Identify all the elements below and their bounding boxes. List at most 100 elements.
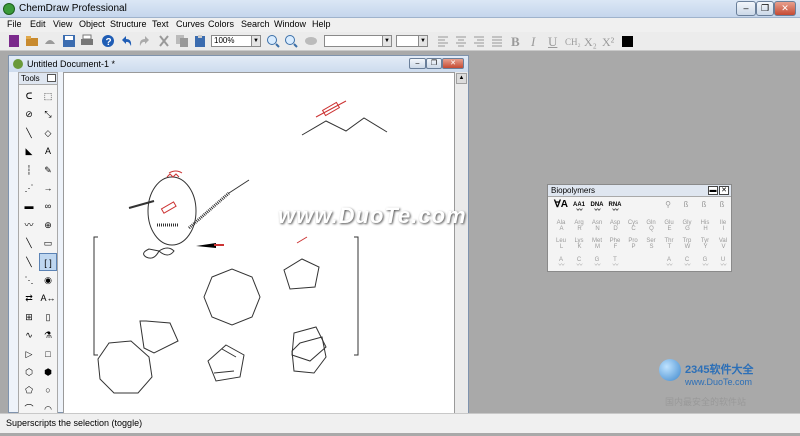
- bracket-selected-icon[interactable]: [ ]: [39, 252, 57, 271]
- align-left-icon[interactable]: [436, 34, 450, 48]
- minimize-button[interactable]: –: [736, 1, 756, 16]
- amino-acid-lys[interactable]: Lys K: [570, 238, 588, 250]
- restore-button[interactable]: ❐: [756, 1, 774, 16]
- structure-perspective-icon[interactable]: ⊘: [20, 105, 38, 123]
- palette-minimize-icon[interactable]: ▬: [708, 186, 718, 195]
- pentagon-icon[interactable]: ⬠: [20, 381, 38, 399]
- nucleotide-template-icon[interactable]: ß: [713, 201, 731, 209]
- hashed-bond-icon[interactable]: ⋰: [20, 179, 38, 197]
- chevron-down-icon[interactable]: ▼: [382, 36, 391, 46]
- cyclooctane[interactable]: [203, 268, 261, 326]
- pentagon-stack-1[interactable]: [291, 326, 327, 362]
- amino-acid-ser[interactable]: Ser S: [642, 238, 660, 250]
- align-right-icon[interactable]: [472, 34, 486, 48]
- solid-bond-icon[interactable]: ╲: [20, 124, 38, 142]
- cyclohexane-chair[interactable]: [139, 320, 179, 354]
- lasso-icon[interactable]: ᑕ: [20, 87, 38, 105]
- close-button[interactable]: ✕: [774, 1, 796, 16]
- nucleotide-template-icon[interactable]: ⚲: [659, 201, 677, 209]
- open-folder-icon[interactable]: [25, 34, 39, 48]
- menu-file[interactable]: File: [7, 19, 22, 29]
- amino-acid-thr[interactable]: Thr T: [660, 238, 678, 250]
- amino-acid-leu[interactable]: Leu L: [552, 238, 570, 250]
- pentagon-stack-2[interactable]: [291, 336, 327, 374]
- amino-acid-gln[interactable]: Gln Q: [642, 220, 660, 232]
- amino-acid-tyr[interactable]: Tyr Y: [696, 238, 714, 250]
- rna-base-u[interactable]: U 〰: [714, 257, 732, 269]
- amino-acid-val[interactable]: Val V: [714, 238, 732, 250]
- curve-icon[interactable]: ∿: [20, 326, 38, 344]
- peptide-icon[interactable]: ⱯA: [552, 200, 570, 210]
- rna-base-g[interactable]: G 〰: [696, 257, 714, 269]
- dna-base-t[interactable]: T 〰: [606, 257, 624, 269]
- bracket-icon[interactable]: ╲: [20, 253, 38, 271]
- p-orbital[interactable]: [143, 247, 175, 259]
- color-swatch[interactable]: [622, 36, 633, 47]
- wedge-bond[interactable]: [196, 243, 216, 248]
- bold-button[interactable]: B: [511, 34, 520, 50]
- reaction-icon[interactable]: ⇄: [20, 289, 38, 307]
- menu-curves[interactable]: Curves: [176, 19, 205, 29]
- vertical-scrollbar[interactable]: ▲: [455, 72, 468, 414]
- justify-icon[interactable]: [490, 34, 504, 48]
- bond-line[interactable]: [228, 179, 250, 194]
- nucleotide-template-icon[interactable]: ß: [677, 201, 695, 209]
- chemical-symbol-icon[interactable]: ⊕: [39, 216, 57, 234]
- wedge-bond-icon[interactable]: ◣: [20, 142, 38, 160]
- table-icon[interactable]: ⊞: [20, 308, 38, 326]
- bond-chain-icon[interactable]: ⤡: [39, 105, 57, 123]
- cyclohexane-icon[interactable]: ⬡: [20, 363, 38, 381]
- arrow-icon[interactable]: →: [39, 179, 57, 197]
- menu-edit[interactable]: Edit: [30, 19, 46, 29]
- orbital-lobe[interactable]: [147, 176, 197, 246]
- amino-acid-pro[interactable]: Pro P: [624, 238, 642, 250]
- palette-menu-icon[interactable]: [47, 74, 56, 82]
- amino-acid-gly[interactable]: Gly G: [678, 220, 696, 232]
- copy-icon[interactable]: [175, 34, 189, 48]
- tlc-plate-icon[interactable]: ▯: [39, 308, 57, 326]
- menu-window[interactable]: Window: [274, 19, 306, 29]
- amino-acid-phe[interactable]: Phe F: [606, 238, 624, 250]
- amino-acid-trp[interactable]: Trp W: [678, 238, 696, 250]
- stereo-icon[interactable]: ◉: [39, 271, 57, 289]
- redo-icon[interactable]: [138, 34, 152, 48]
- cyclopentane[interactable]: [283, 258, 320, 290]
- menu-object[interactable]: Object: [79, 19, 105, 29]
- templates-icon[interactable]: [43, 34, 57, 48]
- text-icon[interactable]: A: [39, 142, 57, 160]
- menu-help[interactable]: Help: [312, 19, 331, 29]
- chevron-down-icon[interactable]: ▼: [251, 36, 260, 46]
- atom-map-icon[interactable]: A↔: [39, 289, 57, 307]
- amino-acid-met[interactable]: Met M: [588, 238, 606, 250]
- cycloheptane[interactable]: [97, 340, 153, 394]
- bio-dna-button[interactable]: DNA 〰: [588, 202, 606, 214]
- menu-structure[interactable]: Structure: [110, 19, 147, 29]
- align-center-icon[interactable]: [454, 34, 468, 48]
- cut-icon[interactable]: [157, 34, 171, 48]
- new-document-icon[interactable]: [7, 34, 21, 48]
- amino-acid-his[interactable]: His H: [696, 220, 714, 232]
- acid-base-icon[interactable]: ⚗: [39, 326, 57, 344]
- italic-button[interactable]: I: [531, 34, 535, 50]
- rectangle-icon[interactable]: ▭: [39, 234, 57, 252]
- amino-acid-arg[interactable]: Arg R: [570, 220, 588, 232]
- palette-close-icon[interactable]: ✕: [719, 186, 729, 195]
- rotation-handle-top[interactable]: [315, 100, 347, 118]
- square-icon[interactable]: □: [39, 345, 57, 363]
- nucleotide-template-icon[interactable]: ß: [695, 201, 713, 209]
- drawing-canvas[interactable]: [63, 72, 455, 414]
- rna-base-a[interactable]: A 〰: [660, 257, 678, 269]
- alkane-chain[interactable]: [301, 117, 388, 136]
- undo-icon[interactable]: [119, 34, 133, 48]
- circle-icon[interactable]: ○: [39, 381, 57, 399]
- scroll-up-icon[interactable]: ▲: [456, 73, 467, 84]
- amino-acid-asp[interactable]: Asp D: [606, 220, 624, 232]
- save-icon[interactable]: [62, 34, 76, 48]
- play-icon[interactable]: ▷: [20, 345, 38, 363]
- right-bracket[interactable]: [354, 236, 359, 356]
- formula-button[interactable]: CH₂: [565, 37, 581, 47]
- amino-acid-ala[interactable]: Ala A: [552, 220, 570, 232]
- doc-restore-button[interactable]: ❐: [426, 58, 442, 69]
- help-icon[interactable]: ?: [101, 34, 115, 48]
- zoom-out-icon[interactable]: [284, 34, 298, 48]
